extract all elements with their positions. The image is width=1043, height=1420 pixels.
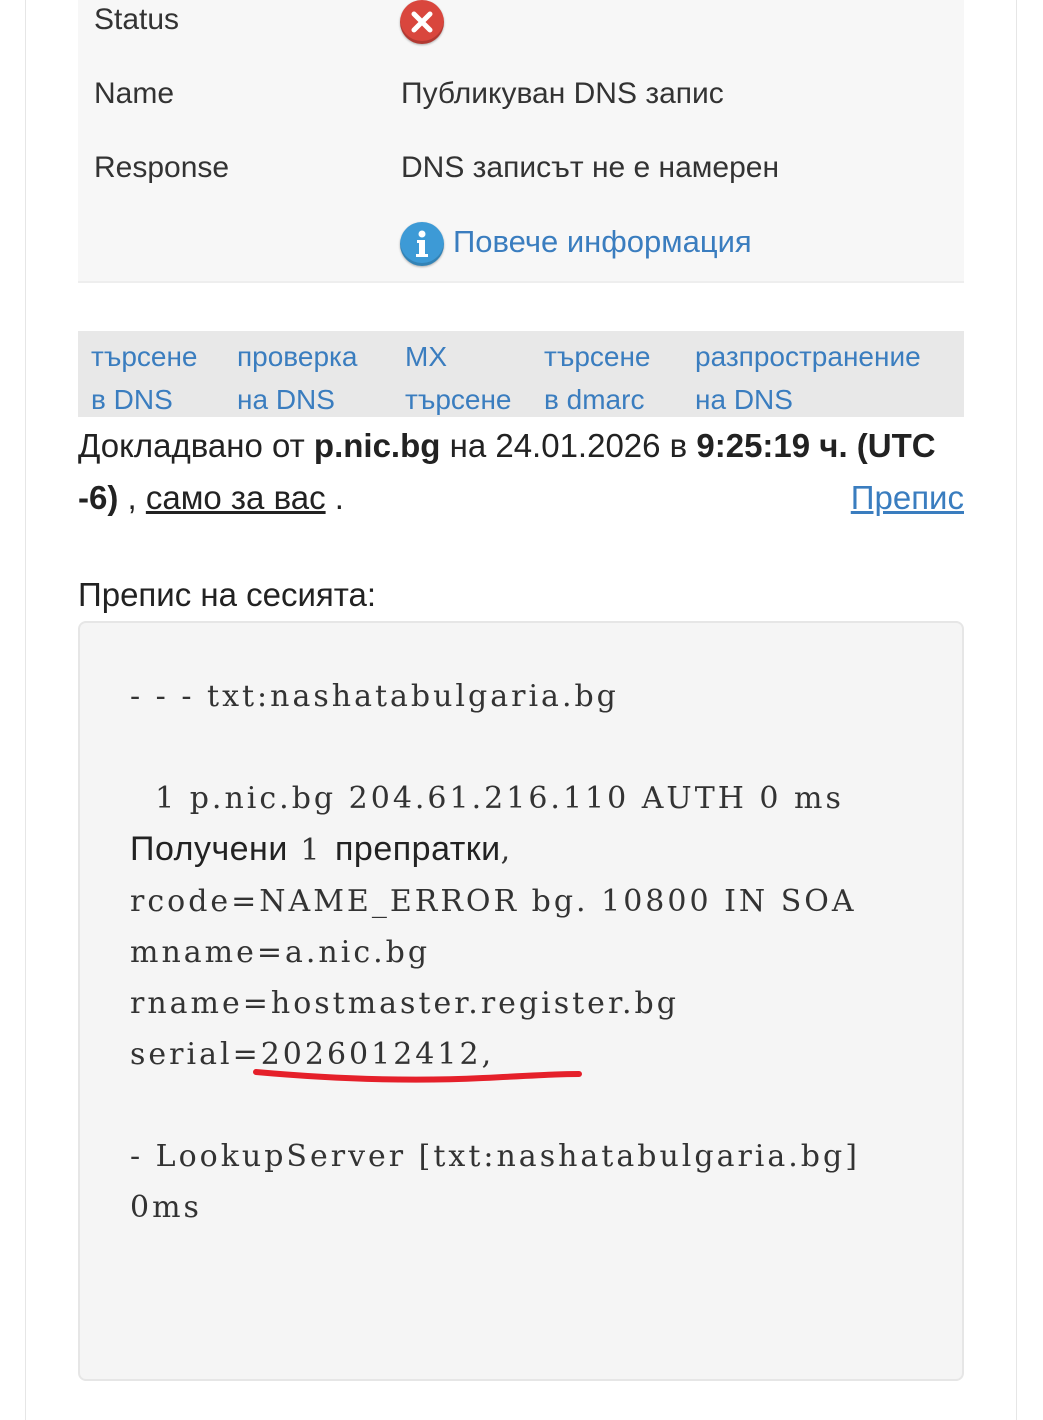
result-table: Status Name Публикуван DNS запис Respons… <box>78 0 964 283</box>
response-label: Response <box>94 151 230 184</box>
name-label: Name <box>94 77 175 110</box>
session-title: Препис на сесията: <box>78 576 377 613</box>
tool-dns-lookup[interactable]: търсене в DNS <box>91 335 198 421</box>
transcript-line-1: 1 p.nic.bg 204.61.216.110 AUTH 0 ms Полу… <box>130 781 870 1072</box>
transcript-link[interactable]: Препис <box>851 472 964 524</box>
report-text: Докладвано от p.nic.bg на 24.01.2026 в 9… <box>78 420 964 524</box>
status-row: Status <box>78 0 964 56</box>
tool-mx-lookup[interactable]: MX търсене <box>405 335 512 421</box>
tool-dns-propagation[interactable]: разпространение на DNS <box>695 335 921 421</box>
tool-dmarc-lookup[interactable]: търсене в dmarc <box>544 335 651 421</box>
response-row: Response DNS записът не е намерен <box>78 148 964 204</box>
tool-dns-check[interactable]: проверка на DNS <box>237 335 357 421</box>
name-row: Name Публикуван DNS запис <box>78 74 964 130</box>
response-value: DNS записът не е намерен <box>401 151 780 184</box>
transcript-code: - - - txt:nashatabulgaria.bg 1 p.nic.bg … <box>130 671 890 1233</box>
serial-underline-annotation <box>253 1069 582 1083</box>
only-for-you-link[interactable]: само за вас <box>146 479 326 516</box>
transcript-lookup-line: - LookupServer [txt:nashatabulgaria.bg] … <box>130 1139 873 1225</box>
info-icon[interactable] <box>400 222 444 266</box>
status-label: Status <box>94 3 180 36</box>
error-x-icon <box>400 0 444 44</box>
more-info-link[interactable]: Повече информация <box>453 220 752 264</box>
report-server: p.nic.bg <box>313 427 441 464</box>
session-transcript: - - - txt:nashatabulgaria.bg 1 p.nic.bg … <box>78 621 964 1381</box>
tools-toolbar: търсене в DNS проверка на DNS MX търсене тъ… <box>78 331 964 417</box>
transcript-header: - - - txt:nashatabulgaria.bg <box>130 679 619 714</box>
name-value: Публикуван DNS запис <box>401 77 724 110</box>
